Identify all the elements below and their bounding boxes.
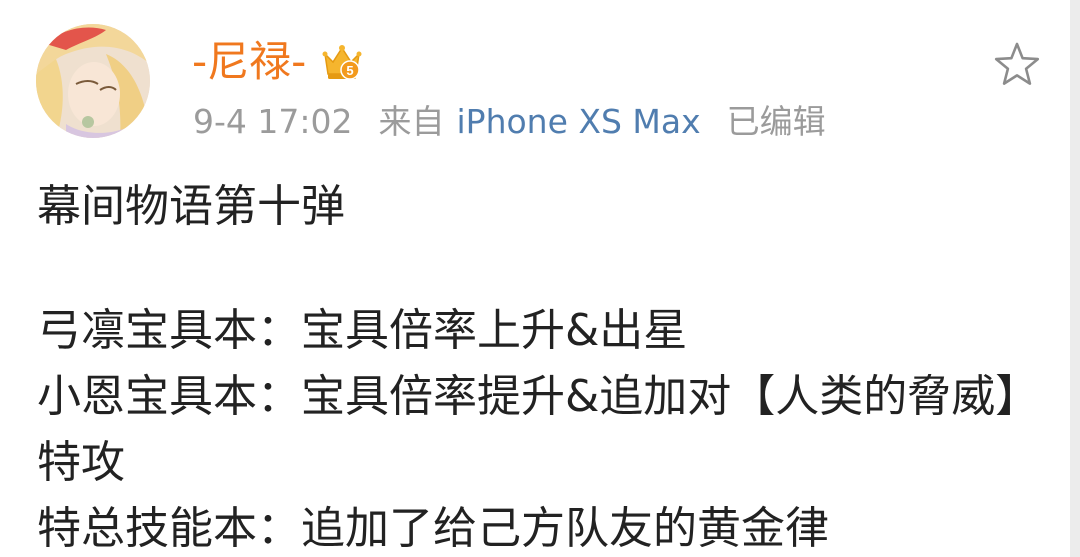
post-text-line: 弓凛宝具本：宝具倍率上升&出星 — [37, 305, 688, 356]
weibo-post: -尼禄- 5 9-4 17:02 来自 iPhone XS Max 已编辑 幕间… — [0, 0, 1080, 557]
post-text-line: 幕间物语第十弹 — [37, 181, 345, 232]
post-meta: 9-4 17:02 来自 iPhone XS Max 已编辑 — [193, 100, 826, 144]
post-timestamp: 9-4 17:02 — [193, 102, 353, 141]
username[interactable]: -尼禄- — [192, 34, 306, 90]
avatar-image — [36, 24, 150, 138]
star-outline-icon — [994, 42, 1040, 85]
favorite-button[interactable] — [990, 38, 1044, 92]
post-content: 幕间物语第十弹 弓凛宝具本：宝具倍率上升&出星 小恩宝具本：宝具倍率提升&追加对… — [37, 174, 1037, 557]
edited-indicator[interactable]: 已编辑 — [727, 100, 826, 144]
source-prefix: 来自 — [378, 102, 445, 141]
post-text-line: 特总技能本：追加了给己方队友的黄金律 — [37, 503, 829, 554]
username-row: -尼禄- 5 — [192, 34, 364, 90]
vip-crown-icon: 5 — [320, 40, 364, 84]
vip-level-number: 5 — [347, 63, 354, 78]
source-device-link[interactable]: iPhone XS Max — [457, 100, 701, 144]
avatar[interactable] — [36, 24, 150, 138]
post-text-line: 小恩宝具本：宝具倍率提升&追加对【人类的脅威】特攻 — [37, 371, 1018, 488]
